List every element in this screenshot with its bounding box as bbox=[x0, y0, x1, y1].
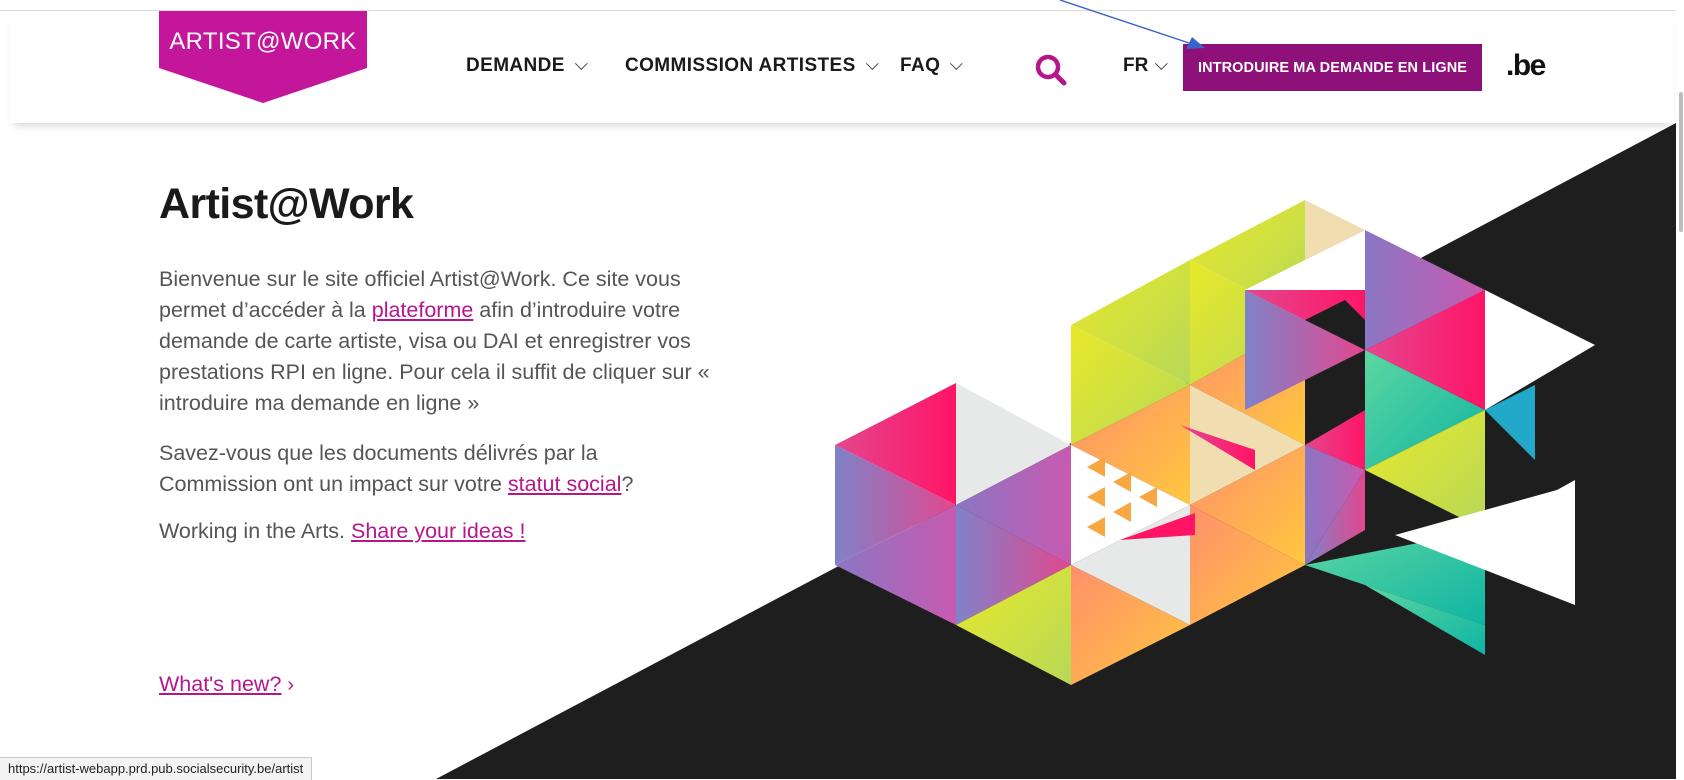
intro-section: Artist@Work Bienvenue sur le site offici… bbox=[159, 180, 719, 543]
introduire-demande-button[interactable]: INTRODUIRE MA DEMANDE EN LIGNE bbox=[1183, 44, 1482, 91]
scrollbar-thumb[interactable] bbox=[1679, 92, 1683, 232]
geometric-artwork bbox=[835, 200, 1595, 685]
nav-item-commission-artistes[interactable]: COMMISSION ARTISTES bbox=[625, 55, 879, 77]
share-ideas-link[interactable]: Share your ideas ! bbox=[351, 519, 526, 543]
nav-item-label: FAQ bbox=[900, 55, 941, 76]
chevron-right-icon: › bbox=[287, 674, 295, 696]
site-logo[interactable]: ARTIST@WORK bbox=[159, 11, 367, 103]
social-status-paragraph: Savez-vous que les documents délivrés pa… bbox=[159, 438, 719, 500]
nav-item-demande[interactable]: DEMANDE bbox=[466, 55, 588, 77]
belgium-gov-logo[interactable]: .be bbox=[1506, 49, 1546, 83]
chevron-down-icon bbox=[865, 56, 879, 70]
plateforme-link[interactable]: plateforme bbox=[372, 298, 474, 322]
nav-item-faq[interactable]: FAQ bbox=[900, 55, 963, 77]
browser-status-url: https://artist-webapp.prd.pub.socialsecu… bbox=[0, 757, 313, 780]
site-header: ARTIST@WORK DEMANDE COMMISSION ARTISTES … bbox=[10, 11, 1674, 123]
chevron-down-icon bbox=[574, 56, 588, 70]
statut-social-link[interactable]: statut social bbox=[508, 472, 622, 496]
social-text-end: ? bbox=[621, 472, 634, 496]
working-in-arts-paragraph: Working in the Arts. Share your ideas ! bbox=[159, 516, 719, 547]
logo-text: ARTIST@WORK bbox=[169, 28, 357, 55]
nav-item-label: DEMANDE bbox=[466, 55, 565, 76]
nav-item-label: COMMISSION ARTISTES bbox=[625, 55, 856, 76]
whats-new-link[interactable]: What's new? bbox=[159, 672, 281, 696]
page-title: Artist@Work bbox=[159, 180, 414, 228]
annotation-arrow bbox=[1060, 0, 1205, 49]
chevron-down-icon bbox=[950, 56, 963, 70]
whats-new-link-group[interactable]: What's new? › bbox=[159, 672, 294, 697]
arts-text: Working in the Arts. bbox=[159, 519, 351, 543]
intro-paragraph: Bienvenue sur le site officiel Artist@Wo… bbox=[159, 264, 719, 419]
